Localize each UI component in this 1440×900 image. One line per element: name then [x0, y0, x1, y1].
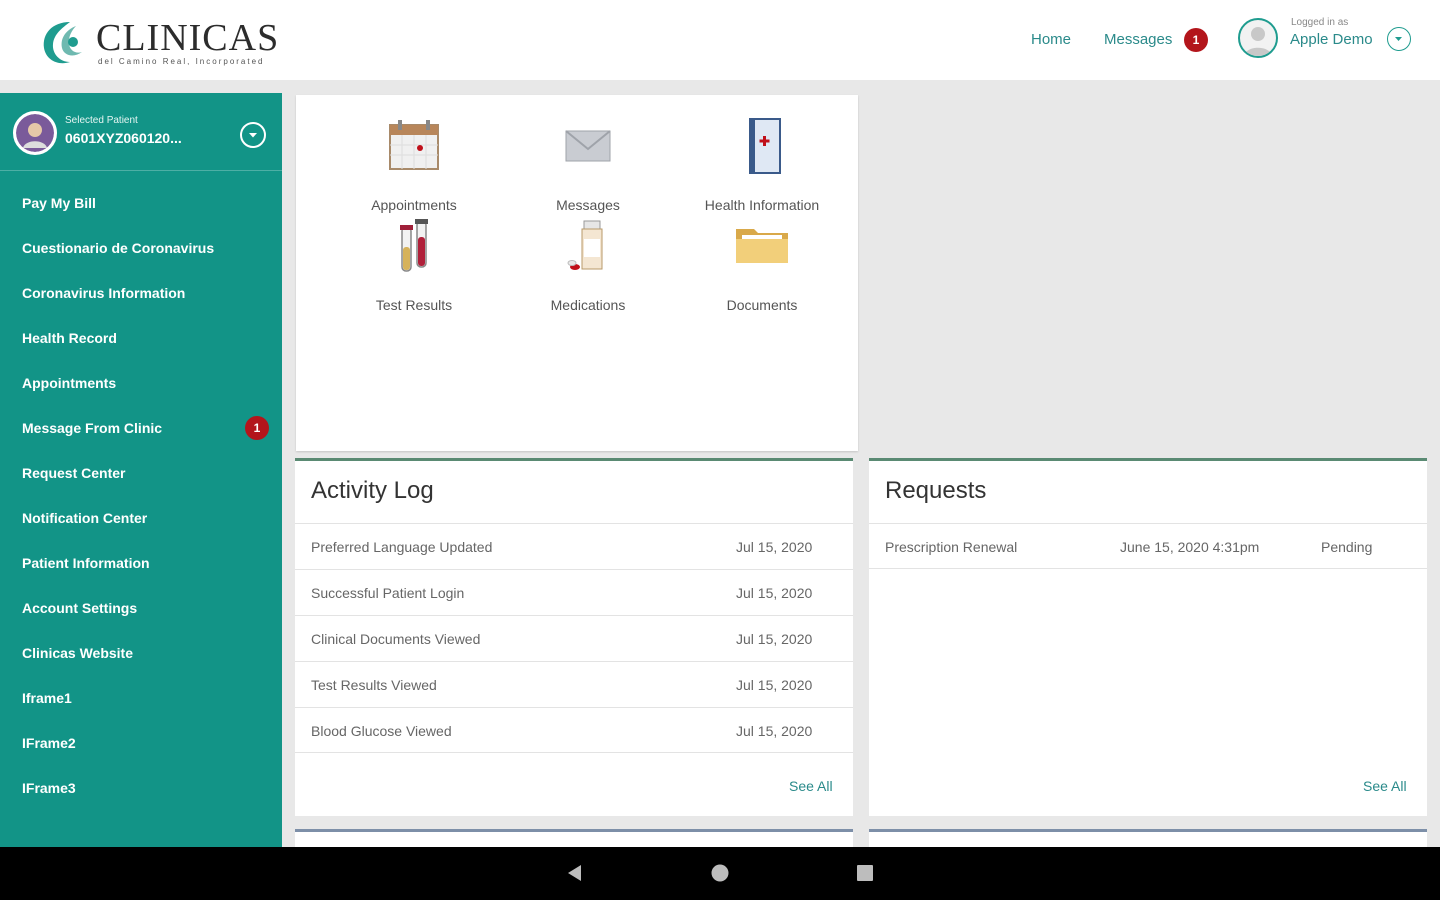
chevron-down-icon: [249, 133, 257, 138]
sidebar-item-label: Message From Clinic: [22, 420, 163, 436]
sidebar-item-account-settings[interactable]: Account Settings: [0, 586, 282, 631]
patient-avatar[interactable]: [13, 111, 57, 155]
activity-date: Jul 15, 2020: [736, 677, 813, 693]
chevron-down-icon: [1395, 37, 1402, 41]
sidebar-item-notification-center[interactable]: Notification Center: [0, 496, 282, 541]
tile-documents[interactable]: Documents: [675, 217, 849, 313]
tile-label: Health Information: [704, 197, 820, 213]
tile-label: Medications: [550, 297, 626, 313]
pill-bottle-icon: [567, 220, 603, 270]
sidebar-item-health-record[interactable]: Health Record: [0, 316, 282, 361]
request-date: June 15, 2020 4:31pm: [1120, 539, 1260, 555]
sidebar-item-iframe3[interactable]: IFrame3: [0, 766, 282, 811]
table-row[interactable]: Preferred Language Updated Jul 15, 2020: [295, 523, 853, 569]
sidebar-menu: Pay My Bill Cuestionario de Coronavirus …: [0, 181, 282, 811]
selected-patient-label: Selected Patient: [65, 115, 138, 126]
activity-event: Preferred Language Updated: [311, 539, 493, 555]
tile-messages[interactable]: Messages: [501, 117, 675, 213]
logged-in-label: Logged in as: [1291, 17, 1349, 28]
activity-event: Clinical Documents Viewed: [311, 631, 481, 647]
logo-subtitle: del Camino Real, Incorporated: [98, 57, 265, 66]
request-status: Pending: [1321, 539, 1373, 555]
sidebar-item-coronavirus-questionnaire[interactable]: Cuestionario de Coronavirus: [0, 226, 282, 271]
sidebar-item-coronavirus-information[interactable]: Coronavirus Information: [0, 271, 282, 316]
sidebar-item-clinicas-website[interactable]: Clinicas Website: [0, 631, 282, 676]
envelope-icon: [565, 130, 611, 162]
nav-home-link[interactable]: Home: [1031, 31, 1071, 48]
sidebar-item-iframe1[interactable]: Iframe1: [0, 676, 282, 721]
android-navigation-bar: [0, 847, 1440, 900]
activity-event: Test Results Viewed: [311, 677, 437, 693]
tile-label: Messages: [556, 197, 620, 213]
tile-appointments[interactable]: Appointments: [327, 117, 501, 213]
table-row[interactable]: Prescription Renewal June 15, 2020 4:31p…: [869, 523, 1427, 569]
user-silhouette-icon: [1244, 27, 1272, 56]
activity-event: Successful Patient Login: [311, 585, 465, 601]
activity-event: Blood Glucose Viewed: [311, 723, 452, 739]
logged-in-username: Apple Demo: [1290, 31, 1373, 48]
logo-wordmark: Clinicas: [96, 17, 280, 59]
table-row[interactable]: Clinical Documents Viewed Jul 15, 2020: [295, 615, 853, 661]
clinicas-logo[interactable]: Clinicas del Camino Real, Incorporated: [40, 16, 278, 70]
user-avatar[interactable]: [1238, 18, 1278, 58]
sidebar-item-request-center[interactable]: Request Center: [0, 451, 282, 496]
activity-date: Jul 15, 2020: [736, 585, 813, 601]
tile-test-results[interactable]: Test Results: [327, 217, 501, 313]
clinicas-logo-icon: [43, 22, 82, 64]
activity-date: Jul 15, 2020: [736, 723, 813, 739]
top-header: Clinicas del Camino Real, Incorporated H…: [0, 0, 1440, 80]
panel-below-right: [869, 829, 1427, 847]
table-row[interactable]: Successful Patient Login Jul 15, 2020: [295, 569, 853, 615]
message-count-badge: 1: [245, 416, 269, 440]
tile-label: Test Results: [375, 297, 453, 313]
user-menu-button[interactable]: [1387, 27, 1411, 51]
patient-select-button[interactable]: [240, 122, 266, 148]
tile-label: Documents: [726, 297, 798, 313]
activity-see-all-link[interactable]: See All: [789, 778, 833, 794]
selected-patient: Selected Patient 0601XYZ060120...: [0, 93, 282, 171]
sidebar-item-appointments[interactable]: Appointments: [0, 361, 282, 406]
table-row[interactable]: Test Results Viewed Jul 15, 2020: [295, 661, 853, 707]
activity-log-panel: Activity Log Preferred Language Updated …: [295, 458, 853, 816]
folder-icon: [736, 229, 788, 263]
request-type: Prescription Renewal: [885, 539, 1018, 555]
patient-photo-icon: [16, 114, 54, 152]
tile-label: Appointments: [371, 197, 457, 213]
table-row[interactable]: Blood Glucose Viewed Jul 15, 2020: [295, 707, 853, 753]
activity-date: Jul 15, 2020: [736, 539, 813, 555]
sidebar-item-patient-information[interactable]: Patient Information: [0, 541, 282, 586]
activity-date: Jul 15, 2020: [736, 631, 813, 647]
sidebar-item-pay-my-bill[interactable]: Pay My Bill: [0, 181, 282, 226]
calendar-icon: [389, 120, 439, 170]
sidebar-item-message-from-clinic[interactable]: Message From Clinic 1: [0, 406, 282, 451]
health-booklet-icon: [749, 118, 781, 174]
sidebar-item-iframe2[interactable]: IFrame2: [0, 721, 282, 766]
back-icon[interactable]: [565, 863, 585, 883]
recent-apps-icon[interactable]: [855, 863, 875, 883]
panel-below-left: [295, 829, 853, 847]
home-icon[interactable]: [710, 863, 730, 883]
selected-patient-id: 0601XYZ060120...: [65, 130, 182, 146]
messages-count-badge: 1: [1184, 28, 1208, 52]
test-tubes-icon: [400, 219, 428, 272]
dashboard-tiles: Appointments Messages Health Information…: [296, 95, 858, 451]
tile-medications[interactable]: Medications: [501, 217, 675, 313]
requests-title: Requests: [885, 477, 987, 504]
nav-messages-link[interactable]: Messages: [1104, 31, 1172, 48]
requests-see-all-link[interactable]: See All: [1363, 778, 1407, 794]
tile-health-information[interactable]: Health Information: [675, 117, 849, 213]
sidebar: Selected Patient 0601XYZ060120... Pay My…: [0, 93, 282, 847]
activity-log-title: Activity Log: [311, 477, 434, 504]
requests-panel: Requests Prescription Renewal June 15, 2…: [869, 458, 1427, 816]
